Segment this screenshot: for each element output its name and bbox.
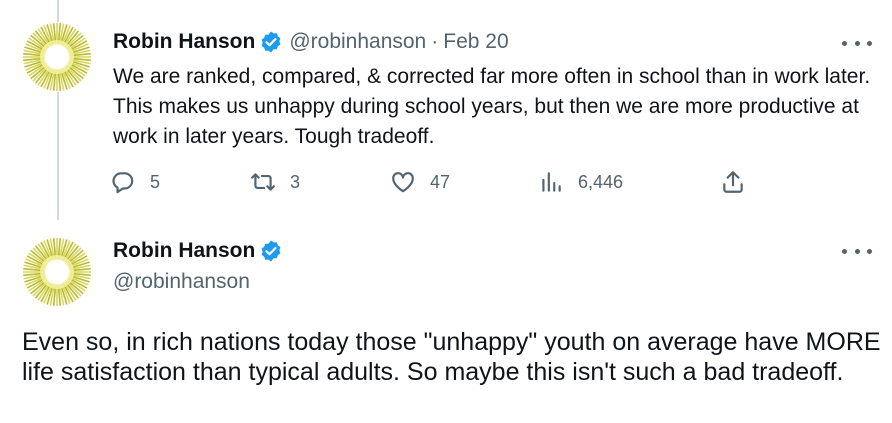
tweet-date[interactable]: Feb 20 <box>443 30 508 54</box>
more-icon[interactable] <box>842 33 872 53</box>
author-handle[interactable]: @robinhanson <box>113 270 250 294</box>
avatar[interactable] <box>22 22 92 92</box>
retweet-icon <box>251 173 275 191</box>
reply-button[interactable]: 5 <box>110 168 160 196</box>
view-count: 6,446 <box>578 171 624 192</box>
tweet-text: We are ranked, compared, & corrected far… <box>113 65 871 148</box>
reply-icon <box>112 172 134 194</box>
author-handle[interactable]: @robinhanson <box>289 30 426 54</box>
main-tweet-text: Even so, in rich nations today those "un… <box>22 328 881 386</box>
tweet-header: Robin Hanson <box>113 238 289 264</box>
retweet-button[interactable]: 3 <box>250 168 300 196</box>
like-button[interactable]: 47 <box>390 168 450 196</box>
verified-badge-icon <box>259 239 283 263</box>
avatar[interactable] <box>22 237 92 307</box>
share-icon <box>723 171 743 193</box>
share-button[interactable] <box>720 168 746 196</box>
like-count: 47 <box>430 171 451 192</box>
separator-dot: · <box>431 30 439 53</box>
more-icon[interactable] <box>842 241 872 261</box>
tweet-actions: 5 3 47 6,446 <box>110 168 760 196</box>
author-name[interactable]: Robin Hanson <box>113 30 255 54</box>
views-icon <box>542 172 561 192</box>
verified-badge-icon <box>259 30 283 54</box>
reply-count: 5 <box>150 171 161 192</box>
tweet-header: Robin Hanson @robinhanson · Feb 20 <box>113 29 509 55</box>
author-name[interactable]: Robin Hanson <box>113 239 255 263</box>
views-button[interactable]: 6,446 <box>538 168 623 196</box>
like-icon <box>392 172 414 193</box>
retweet-count: 3 <box>290 171 301 192</box>
